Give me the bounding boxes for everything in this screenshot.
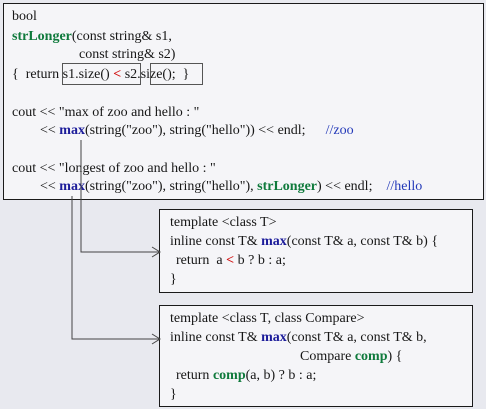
arrow-max-to-template2 [71,196,159,340]
arrow-max-to-template1 [80,140,159,253]
connector-arrows [71,140,161,345]
